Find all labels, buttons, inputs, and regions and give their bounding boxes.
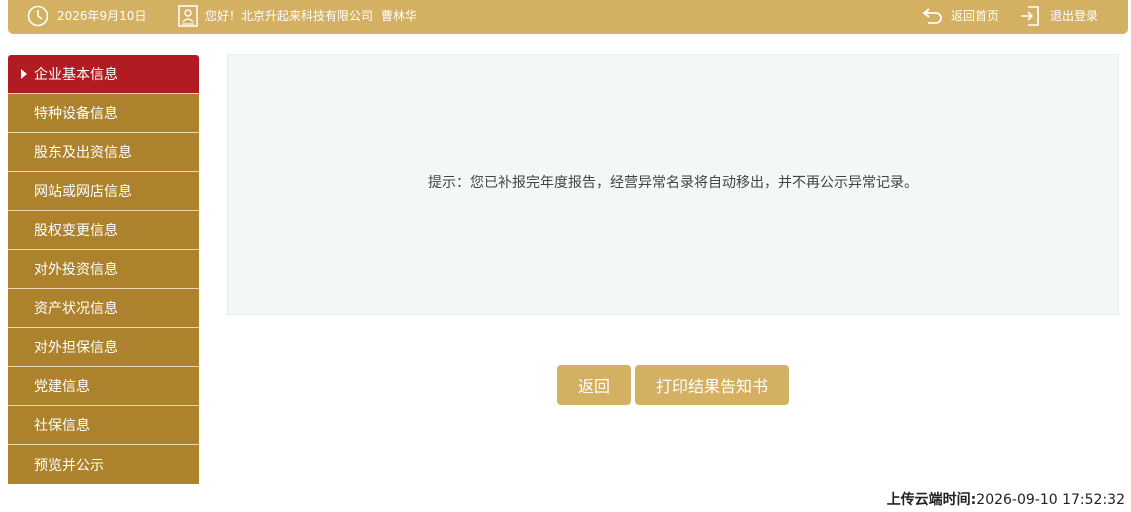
logout-icon	[1021, 5, 1039, 26]
sidebar-item-label: 社保信息	[34, 418, 90, 434]
top-bar: 2026年9月10日 您好！北京升起来科技有限公司 曹林华 返回首页 退出登录	[8, 0, 1128, 34]
greeting: 您好！北京升起来科技有限公司 曹林华	[178, 0, 417, 31]
print-notice-button[interactable]: 打印结果告知书	[635, 365, 789, 405]
back-button[interactable]: 返回	[557, 365, 631, 405]
sidebar-item-special-equipment[interactable]: 特种设备信息	[8, 94, 199, 133]
sidebar-item-party[interactable]: 党建信息	[8, 367, 199, 406]
sidebar-item-assets[interactable]: 资产状况信息	[8, 289, 199, 328]
sidebar-item-equity-change[interactable]: 股权变更信息	[8, 211, 199, 250]
sidebar-item-label: 对外担保信息	[34, 340, 118, 356]
notice-panel: 提示：您已补报完年度报告，经营异常名录将自动移出，并不再公示异常记录。	[227, 54, 1119, 315]
caret-right-icon	[21, 69, 27, 79]
sidebar-item-label: 股东及出资信息	[34, 145, 132, 161]
notice-text: 提示：您已补报完年度报告，经营异常名录将自动移出，并不再公示异常记录。	[428, 174, 918, 191]
logout-link[interactable]: 退出登录	[1019, 0, 1098, 31]
sidebar-item-label: 党建信息	[34, 379, 90, 395]
user-badge-icon	[178, 4, 198, 27]
sidebar-item-guarantee[interactable]: 对外担保信息	[8, 328, 199, 367]
sidebar-item-label: 网站或网店信息	[34, 184, 132, 200]
user-name: 曹林华	[381, 9, 418, 23]
sidebar-item-basic-info[interactable]: 企业基本信息	[8, 55, 199, 94]
sidebar-item-investment[interactable]: 对外投资信息	[8, 250, 199, 289]
upload-time-footer: 上传云端时间:2026-09-10 17:52:32	[887, 489, 1125, 509]
greeting-text: 您好！北京升起来科技有限公司	[205, 9, 374, 23]
home-link-label[interactable]: 返回首页	[951, 7, 999, 24]
upload-time-label: 上传云端时间:	[886, 492, 977, 508]
date-display: 2026年9月10日	[27, 0, 146, 31]
sidebar-nav: 企业基本信息 特种设备信息 股东及出资信息 网站或网店信息 股权变更信息 对外投…	[8, 55, 199, 484]
clock-icon	[27, 5, 49, 26]
sidebar-item-label: 企业基本信息	[34, 67, 118, 83]
sidebar-item-label: 股权变更信息	[34, 223, 118, 239]
sidebar-item-label: 预览并公示	[34, 457, 104, 474]
return-arrow-icon	[922, 7, 942, 24]
logout-link-label[interactable]: 退出登录	[1050, 7, 1098, 24]
sidebar-item-label: 对外投资信息	[34, 262, 118, 278]
sidebar-item-preview-publish[interactable]: 预览并公示	[8, 445, 199, 484]
date-text: 2026年9月10日	[57, 9, 147, 23]
sidebar-item-social-security[interactable]: 社保信息	[8, 406, 199, 445]
sidebar-item-label: 资产状况信息	[34, 301, 118, 317]
sidebar-item-website[interactable]: 网站或网店信息	[8, 172, 199, 211]
sidebar-item-shareholders[interactable]: 股东及出资信息	[8, 133, 199, 172]
sidebar-item-label: 特种设备信息	[34, 106, 118, 122]
upload-time-value: 2026-09-10 17:52:32	[976, 492, 1125, 508]
home-link[interactable]: 返回首页	[922, 0, 999, 31]
